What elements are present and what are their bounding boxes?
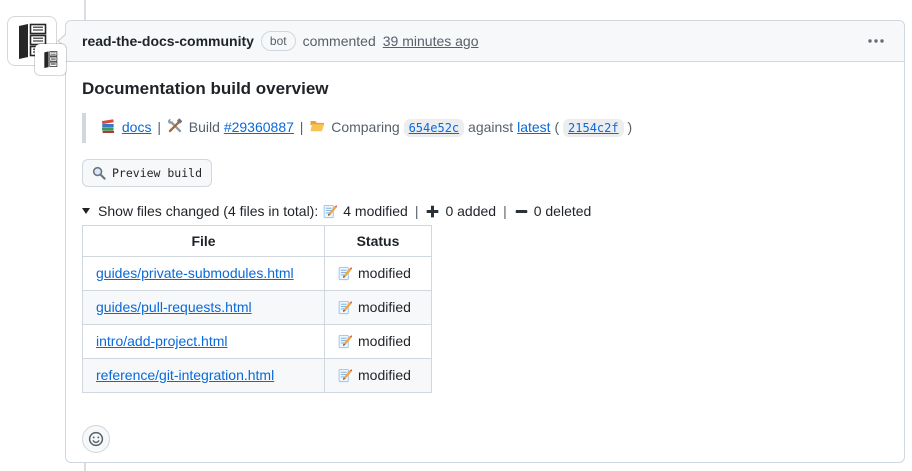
table-row: intro/add-project.html modified (83, 325, 432, 359)
hammer-wrench-icon (167, 117, 183, 141)
plus-icon (425, 204, 440, 219)
commented-text: commented (303, 33, 376, 49)
status-text: modified (358, 366, 411, 385)
separator: | (413, 203, 421, 219)
file-link[interactable]: intro/add-project.html (96, 333, 228, 349)
file-link[interactable]: guides/pull-requests.html (96, 299, 252, 315)
minus-icon (514, 204, 529, 219)
memo-icon (338, 300, 353, 315)
added-count: 0 added (445, 203, 496, 219)
show-files-changed-toggle[interactable]: Show files changed (4 files in total): 4… (82, 203, 888, 219)
table-row: guides/pull-requests.html modified (83, 291, 432, 325)
smiley-icon (88, 431, 104, 447)
comment-body: Documentation build overview docs | Buil… (66, 62, 904, 469)
files-summary-label: Show files changed (4 files in total): (98, 203, 318, 219)
docs-link[interactable]: docs (122, 119, 152, 135)
file-column-header: File (83, 226, 325, 257)
add-reaction-button[interactable] (82, 425, 110, 453)
preview-build-row: Preview build (82, 159, 888, 187)
open-folder-icon (309, 117, 325, 141)
commit-from-link[interactable]: 654e52c (404, 119, 465, 137)
status-text: modified (358, 298, 411, 317)
deleted-count: 0 deleted (534, 203, 592, 219)
comment-header: read-the-docs-community bot commented 39… (66, 21, 904, 62)
comparing-label: Comparing (331, 119, 399, 135)
files-changed-table: File Status guides/private-submodules.ht… (82, 225, 432, 393)
bot-badge: bot (261, 31, 296, 51)
file-link[interactable]: reference/git-integration.html (96, 367, 274, 383)
kebab-icon (868, 39, 884, 43)
kebab-menu-button[interactable] (864, 35, 888, 47)
memo-icon (338, 368, 353, 383)
status-column-header: Status (325, 226, 432, 257)
memo-icon (323, 204, 338, 219)
modified-count: 4 modified (343, 203, 408, 219)
paren-close: ) (627, 119, 632, 135)
chevron-down-icon (82, 208, 90, 214)
commit-to-link[interactable]: 2154c2f (563, 119, 624, 137)
books-icon (100, 117, 116, 141)
memo-icon (338, 266, 353, 281)
preview-build-label: Preview build (112, 166, 202, 180)
table-row: reference/git-integration.html modified (83, 359, 432, 393)
latest-link[interactable]: latest (517, 119, 550, 135)
file-link[interactable]: guides/private-submodules.html (96, 265, 294, 281)
separator: | (298, 119, 306, 135)
comment-author-avatar[interactable] (8, 17, 56, 65)
memo-icon (338, 334, 353, 349)
paren-open: ( (554, 119, 559, 135)
separator: | (155, 119, 163, 135)
status-text: modified (358, 264, 411, 283)
build-label: Build (189, 119, 220, 135)
magnifying-glass-icon (92, 166, 106, 180)
build-number-link[interactable]: #29360887 (224, 119, 294, 135)
comment-card: read-the-docs-community bot commented 39… (65, 20, 905, 463)
author-link[interactable]: read-the-docs-community (82, 33, 254, 49)
page-title: Documentation build overview (82, 78, 888, 99)
table-row: guides/private-submodules.html modified (83, 257, 432, 291)
status-text: modified (358, 332, 411, 351)
build-meta-blockquote: docs | Build #29360887 | Comparing 654e5… (82, 113, 888, 143)
preview-build-button[interactable]: Preview build (82, 159, 212, 187)
timestamp-link[interactable]: 39 minutes ago (383, 33, 479, 49)
table-header-row: File Status (83, 226, 432, 257)
read-the-docs-mini-avatar (35, 44, 66, 75)
separator: | (501, 203, 509, 219)
against-label: against (468, 119, 513, 135)
